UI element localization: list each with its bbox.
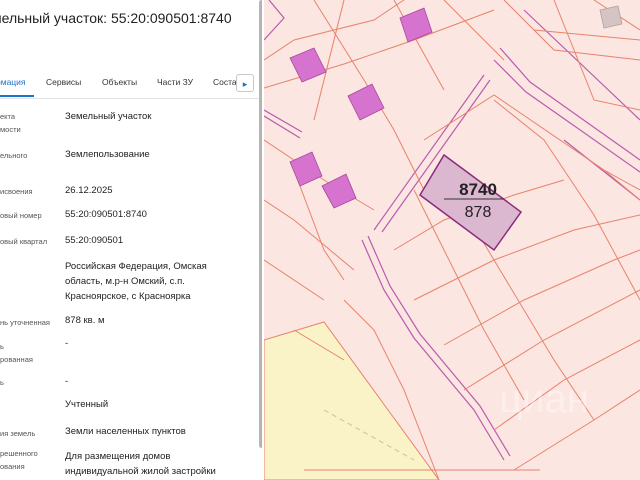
row-label-declared-area: ь рованная xyxy=(0,342,33,364)
building-6 xyxy=(599,5,623,29)
tab-information[interactable]: омация xyxy=(0,77,26,87)
row-label-object-type: екта мости xyxy=(0,112,21,134)
building-3 xyxy=(347,83,385,121)
row-value-object-type: Земельный участок xyxy=(65,111,152,122)
row-value-value: - xyxy=(65,376,69,387)
row-label-area: нь уточненная xyxy=(0,318,50,327)
row-label-land-category: ия земель xyxy=(0,429,36,438)
tab-parts[interactable]: Части ЗУ xyxy=(157,77,193,87)
row-value-area: 878 кв. м xyxy=(65,315,105,326)
tab-services[interactable]: Сервисы xyxy=(46,77,81,87)
row-value-assign-date: 26.12.2025 xyxy=(65,185,113,196)
row-label-cadastral-number: овый номер xyxy=(0,211,42,220)
cadastral-map[interactable]: 8740 878 циан xyxy=(264,0,640,480)
parcel-area-label: 878 xyxy=(465,204,492,221)
row-label-assign-date: исвоения xyxy=(0,187,33,196)
parcel-number-label: 8740 xyxy=(459,180,497,199)
tab-composition[interactable]: Соста xyxy=(213,77,237,87)
building-5 xyxy=(321,173,357,209)
row-label-cadastral-quarter: овый квартал xyxy=(0,237,48,246)
row-value-land-category: Земли населенных пунктов xyxy=(65,426,186,437)
info-panel: мельный участок: 55:20:090501:8740 омаци… xyxy=(0,0,262,480)
yellow-zone xyxy=(264,321,440,480)
row-value-permitted-use: Для размещения домов индивидуальной жило… xyxy=(65,451,216,477)
row-label-permitted-use: решенного ования xyxy=(0,449,38,471)
chevron-right-icon[interactable]: ▸ xyxy=(236,74,254,92)
page-title: мельный участок: 55:20:090501:8740 xyxy=(0,10,232,26)
building-4 xyxy=(289,151,323,187)
row-value-cadastral-number: 55:20:090501:8740 xyxy=(65,209,147,220)
row-label-value: ь xyxy=(0,378,4,387)
panel-scrollbar[interactable] xyxy=(259,0,262,448)
selected-parcel xyxy=(419,153,523,252)
watermark-logo: циан xyxy=(499,377,589,421)
row-value-cadastral-quarter: 55:20:090501 xyxy=(65,235,124,246)
map-canvas[interactable]: 8740 878 циан xyxy=(264,0,640,480)
row-value-parcel-kind: Землепользование xyxy=(65,149,150,160)
row-value-declared-area: - xyxy=(65,338,69,349)
building-1 xyxy=(399,7,433,43)
row-label-parcel-kind: ельного xyxy=(0,151,28,160)
tab-objects[interactable]: Объекты xyxy=(102,77,137,87)
tab-bar: омация Сервисы Объекты Части ЗУ Соста ▸ xyxy=(0,70,262,99)
row-value-status: Учтенный xyxy=(65,399,109,410)
row-value-address: Российская Федерация, Омская область, м.… xyxy=(65,261,207,302)
building-2 xyxy=(289,47,327,83)
active-tab-indicator xyxy=(0,95,34,97)
